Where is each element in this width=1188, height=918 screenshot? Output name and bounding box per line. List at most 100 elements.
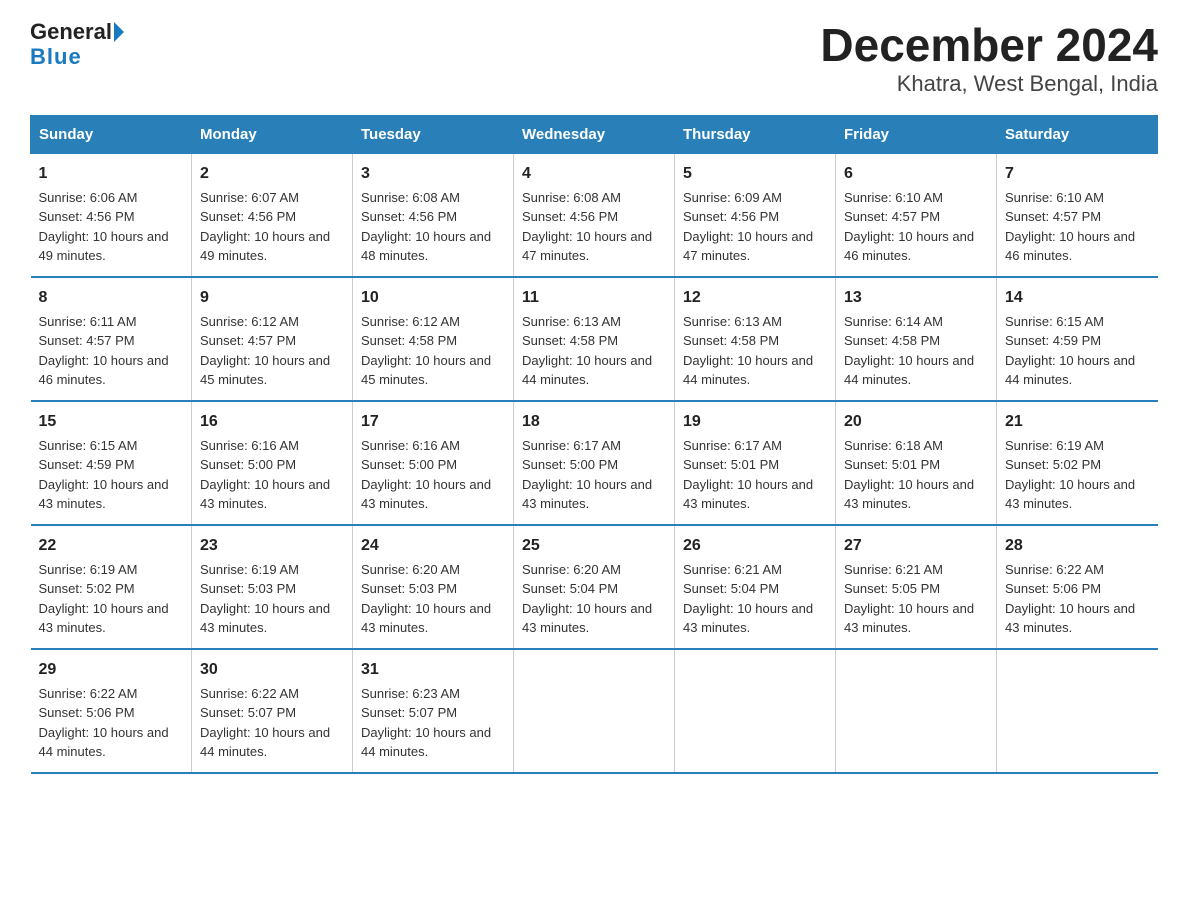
calendar-cell: 26 Sunrise: 6:21 AMSunset: 5:04 PMDayligh… <box>675 525 836 649</box>
day-info: Sunrise: 6:12 AMSunset: 4:58 PMDaylight:… <box>361 314 491 388</box>
calendar-cell <box>997 649 1158 773</box>
title-block: December 2024 Khatra, West Bengal, India <box>820 20 1158 97</box>
calendar-cell: 25Sunrise: 6:20 AMSunset: 5:04 PMDayligh… <box>514 525 675 649</box>
day-number: 30 <box>200 658 344 682</box>
day-info: Sunrise: 6:13 AMSunset: 4:58 PMDaylight:… <box>522 314 652 388</box>
calendar-cell: 6Sunrise: 6:10 AMSunset: 4:57 PMDaylight… <box>836 153 997 277</box>
day-info: Sunrise: 6:11 AMSunset: 4:57 PMDaylight:… <box>39 314 169 388</box>
calendar-cell: 12Sunrise: 6:13 AMSunset: 4:58 PMDayligh… <box>675 277 836 401</box>
day-number: 31 <box>361 658 505 682</box>
day-number: 1 <box>39 162 184 186</box>
calendar-cell: 24Sunrise: 6:20 AMSunset: 5:03 PMDayligh… <box>353 525 514 649</box>
day-number: 10 <box>361 286 505 310</box>
day-number: 21 <box>1005 410 1150 434</box>
header-cell-monday: Monday <box>192 115 353 153</box>
day-number: 18 <box>522 410 666 434</box>
day-info: Sunrise: 6:12 AMSunset: 4:57 PMDaylight:… <box>200 314 330 388</box>
day-number: 22 <box>39 534 184 558</box>
calendar-cell: 21 Sunrise: 6:19 AMSunset: 5:02 PMDayligh… <box>997 401 1158 525</box>
calendar-cell: 17 Sunrise: 6:16 AMSunset: 5:00 PMDayligh… <box>353 401 514 525</box>
day-number: 12 <box>683 286 827 310</box>
day-number: 7 <box>1005 162 1150 186</box>
calendar-cell: 1 Sunrise: 6:06 AMSunset: 4:56 PMDaylight… <box>31 153 192 277</box>
day-number: 13 <box>844 286 988 310</box>
day-info: Sunrise: 6:14 AMSunset: 4:58 PMDaylight:… <box>844 314 974 388</box>
day-info: Sunrise: 6:16 AMSunset: 5:00 PMDaylight:… <box>200 438 330 512</box>
day-number: 5 <box>683 162 827 186</box>
logo-arrow-icon <box>114 22 124 42</box>
day-info: Sunrise: 6:22 AMSunset: 5:07 PMDaylight:… <box>200 686 330 760</box>
calendar-cell: 5Sunrise: 6:09 AMSunset: 4:56 PMDaylight… <box>675 153 836 277</box>
calendar-title: December 2024 <box>820 20 1158 71</box>
day-number: 2 <box>200 162 344 186</box>
day-info: Sunrise: 6:23 AMSunset: 5:07 PMDaylight:… <box>361 686 491 760</box>
day-info: Sunrise: 6:19 AMSunset: 5:02 PMDaylight:… <box>1005 438 1135 512</box>
header-cell-friday: Friday <box>836 115 997 153</box>
calendar-cell: 18 Sunrise: 6:17 AMSunset: 5:00 PMDayligh… <box>514 401 675 525</box>
page-header: General Blue December 2024 Khatra, West … <box>30 20 1158 97</box>
week-row-3: 15 Sunrise: 6:15 AMSunset: 4:59 PMDayligh… <box>31 401 1158 525</box>
calendar-cell: 30 Sunrise: 6:22 AMSunset: 5:07 PMDayligh… <box>192 649 353 773</box>
day-info: Sunrise: 6:19 AMSunset: 5:02 PMDaylight:… <box>39 562 169 636</box>
week-row-1: 1 Sunrise: 6:06 AMSunset: 4:56 PMDaylight… <box>31 153 1158 277</box>
calendar-cell: 9 Sunrise: 6:12 AMSunset: 4:57 PMDaylight… <box>192 277 353 401</box>
calendar-cell: 13 Sunrise: 6:14 AMSunset: 4:58 PMDayligh… <box>836 277 997 401</box>
header-row: SundayMondayTuesdayWednesdayThursdayFrid… <box>31 115 1158 153</box>
day-number: 24 <box>361 534 505 558</box>
week-row-4: 22 Sunrise: 6:19 AMSunset: 5:02 PMDayligh… <box>31 525 1158 649</box>
logo-general: General <box>30 20 112 44</box>
day-info: Sunrise: 6:18 AMSunset: 5:01 PMDaylight:… <box>844 438 974 512</box>
day-info: Sunrise: 6:17 AMSunset: 5:01 PMDaylight:… <box>683 438 813 512</box>
calendar-cell <box>514 649 675 773</box>
calendar-cell: 23Sunrise: 6:19 AMSunset: 5:03 PMDayligh… <box>192 525 353 649</box>
header-cell-saturday: Saturday <box>997 115 1158 153</box>
day-info: Sunrise: 6:22 AMSunset: 5:06 PMDaylight:… <box>39 686 169 760</box>
header-cell-thursday: Thursday <box>675 115 836 153</box>
day-info: Sunrise: 6:21 AMSunset: 5:04 PMDaylight:… <box>683 562 813 636</box>
logo-blue: Blue <box>30 44 82 70</box>
calendar-cell: 14 Sunrise: 6:15 AMSunset: 4:59 PMDayligh… <box>997 277 1158 401</box>
calendar-cell: 8Sunrise: 6:11 AMSunset: 4:57 PMDaylight… <box>31 277 192 401</box>
calendar-cell: 16Sunrise: 6:16 AMSunset: 5:00 PMDayligh… <box>192 401 353 525</box>
day-number: 15 <box>39 410 184 434</box>
day-number: 20 <box>844 410 988 434</box>
day-info: Sunrise: 6:08 AMSunset: 4:56 PMDaylight:… <box>361 190 491 264</box>
day-number: 26 <box>683 534 827 558</box>
day-number: 28 <box>1005 534 1150 558</box>
calendar-cell: 31 Sunrise: 6:23 AMSunset: 5:07 PMDayligh… <box>353 649 514 773</box>
day-info: Sunrise: 6:15 AMSunset: 4:59 PMDaylight:… <box>1005 314 1135 388</box>
calendar-cell: 10 Sunrise: 6:12 AMSunset: 4:58 PMDayligh… <box>353 277 514 401</box>
calendar-cell: 15 Sunrise: 6:15 AMSunset: 4:59 PMDayligh… <box>31 401 192 525</box>
day-number: 4 <box>522 162 666 186</box>
day-number: 3 <box>361 162 505 186</box>
calendar-subtitle: Khatra, West Bengal, India <box>820 71 1158 97</box>
day-number: 29 <box>39 658 184 682</box>
day-number: 23 <box>200 534 344 558</box>
calendar-cell: 20 Sunrise: 6:18 AMSunset: 5:01 PMDayligh… <box>836 401 997 525</box>
logo: General Blue <box>30 20 126 70</box>
day-number: 14 <box>1005 286 1150 310</box>
calendar-table: SundayMondayTuesdayWednesdayThursdayFrid… <box>30 115 1158 774</box>
day-number: 17 <box>361 410 505 434</box>
week-row-2: 8Sunrise: 6:11 AMSunset: 4:57 PMDaylight… <box>31 277 1158 401</box>
calendar-cell: 7Sunrise: 6:10 AMSunset: 4:57 PMDaylight… <box>997 153 1158 277</box>
header-cell-sunday: Sunday <box>31 115 192 153</box>
calendar-cell: 22 Sunrise: 6:19 AMSunset: 5:02 PMDayligh… <box>31 525 192 649</box>
calendar-cell: 11Sunrise: 6:13 AMSunset: 4:58 PMDayligh… <box>514 277 675 401</box>
day-info: Sunrise: 6:08 AMSunset: 4:56 PMDaylight:… <box>522 190 652 264</box>
calendar-cell: 4 Sunrise: 6:08 AMSunset: 4:56 PMDaylight… <box>514 153 675 277</box>
week-row-5: 29 Sunrise: 6:22 AMSunset: 5:06 PMDayligh… <box>31 649 1158 773</box>
day-info: Sunrise: 6:06 AMSunset: 4:56 PMDaylight:… <box>39 190 169 264</box>
day-info: Sunrise: 6:17 AMSunset: 5:00 PMDaylight:… <box>522 438 652 512</box>
calendar-cell: 29 Sunrise: 6:22 AMSunset: 5:06 PMDayligh… <box>31 649 192 773</box>
day-number: 9 <box>200 286 344 310</box>
calendar-cell: 2Sunrise: 6:07 AMSunset: 4:56 PMDaylight… <box>192 153 353 277</box>
day-number: 6 <box>844 162 988 186</box>
day-info: Sunrise: 6:16 AMSunset: 5:00 PMDaylight:… <box>361 438 491 512</box>
calendar-cell <box>836 649 997 773</box>
day-info: Sunrise: 6:20 AMSunset: 5:04 PMDaylight:… <box>522 562 652 636</box>
day-number: 19 <box>683 410 827 434</box>
calendar-body: 1 Sunrise: 6:06 AMSunset: 4:56 PMDaylight… <box>31 153 1158 773</box>
day-info: Sunrise: 6:15 AMSunset: 4:59 PMDaylight:… <box>39 438 169 512</box>
calendar-cell: 27Sunrise: 6:21 AMSunset: 5:05 PMDayligh… <box>836 525 997 649</box>
